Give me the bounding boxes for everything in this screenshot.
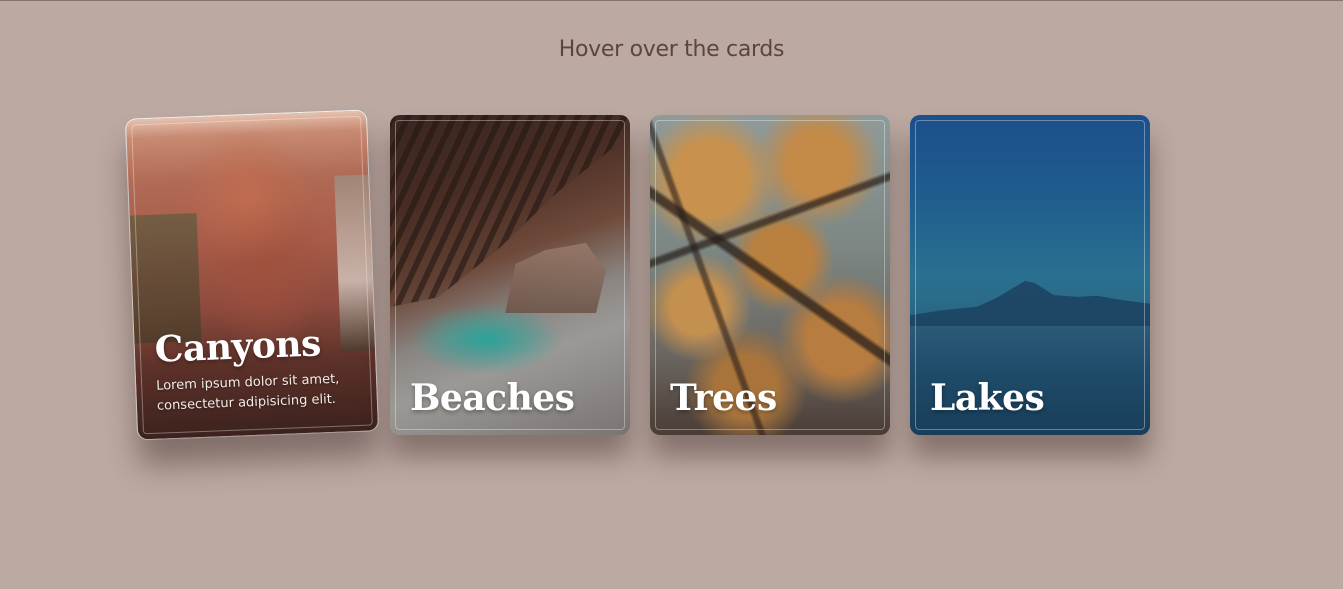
card-description: Lorem ipsum dolor sit amet, consectetur … (155, 371, 340, 414)
card-title: Lakes (930, 377, 1045, 419)
card-canyons[interactable]: Canyons Lorem ipsum dolor sit amet, cons… (125, 110, 379, 440)
card-title: Trees (670, 377, 777, 419)
card-lakes[interactable]: Lakes (910, 115, 1150, 435)
card-beaches[interactable]: Beaches (390, 115, 630, 435)
card-title: Canyons (153, 322, 322, 371)
page-heading: Hover over the cards (558, 37, 785, 62)
card-title: Beaches (410, 377, 575, 419)
card-trees[interactable]: Trees (650, 115, 890, 435)
